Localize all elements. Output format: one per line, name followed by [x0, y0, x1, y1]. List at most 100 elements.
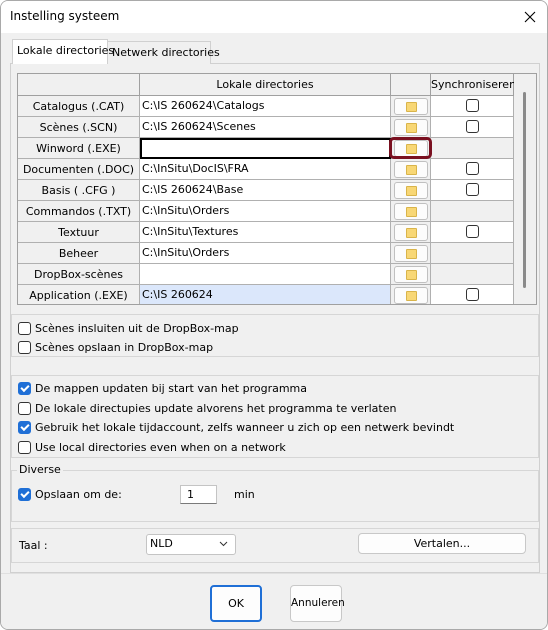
- dropbox-options-group: Scènes insluiten uit de DropBox-map Scèn…: [11, 314, 539, 357]
- local-time-account-option[interactable]: Gebruik het lokale tijdaccount, zelfs wa…: [18, 419, 454, 435]
- folder-icon: [405, 206, 417, 217]
- local-time-account-checkbox[interactable]: [18, 420, 31, 434]
- language-value: NLD: [150, 537, 173, 550]
- dropbox-include-checkbox[interactable]: [18, 321, 31, 335]
- browse-folder-button[interactable]: [394, 119, 428, 136]
- update-options-group: De mappen updaten bij start van het prog…: [11, 375, 539, 458]
- browse-folder-button[interactable]: [394, 224, 428, 241]
- dropbox-include-option[interactable]: Scènes insluiten uit de DropBox-map: [18, 320, 239, 336]
- table-row: Commandos (.TXT) C:\InSitu\Orders: [18, 201, 530, 222]
- column-header-browse: [391, 74, 431, 96]
- sync-cell: [431, 138, 514, 159]
- browse-cell: [391, 180, 431, 201]
- tab-network-directories[interactable]: Netwerk directories: [108, 41, 220, 64]
- directory-path-cell[interactable]: C:\IS 260624\Catalogs: [140, 96, 391, 117]
- sync-cell: [431, 264, 514, 285]
- close-button[interactable]: [513, 1, 547, 33]
- browse-folder-button[interactable]: [394, 203, 428, 220]
- update-on-exit-checkbox[interactable]: [18, 401, 31, 415]
- grid-scrollbar-thumb[interactable]: [523, 92, 526, 288]
- browse-folder-button[interactable]: [394, 98, 428, 115]
- sync-checkbox[interactable]: [466, 288, 479, 301]
- row-header-label: DropBox-scènes: [18, 264, 140, 285]
- folder-icon: [405, 290, 417, 301]
- translate-button[interactable]: Vertalen...: [358, 533, 526, 554]
- local-time-account-label: Gebruik het lokale tijdaccount, zelfs wa…: [35, 420, 455, 434]
- local-dirs-on-network-option[interactable]: Use local directories even when on a net…: [18, 439, 286, 455]
- sync-checkbox[interactable]: [466, 120, 479, 133]
- autosave-option[interactable]: Opslaan om de:: [18, 486, 122, 502]
- directory-path-cell[interactable]: C:\IS 260624\Base: [140, 180, 391, 201]
- row-header-label: Basis ( .CFG ): [18, 180, 140, 201]
- diverse-group: Opslaan om de: 1 min: [11, 470, 539, 522]
- row-header-label: Catalogus (.CAT): [18, 96, 140, 117]
- sync-checkbox[interactable]: [466, 225, 479, 238]
- cancel-button[interactable]: Annuleren: [290, 585, 345, 622]
- autosave-checkbox[interactable]: [18, 487, 31, 501]
- language-select[interactable]: NLD: [146, 534, 236, 555]
- directory-path-cell[interactable]: [140, 264, 391, 285]
- tab-local-directories[interactable]: Lokale directories: [12, 39, 114, 64]
- directory-path-cell[interactable]: C:\InSitu\Orders: [140, 201, 391, 222]
- column-header-sync[interactable]: Synchroniseren: [431, 74, 516, 96]
- browse-folder-button[interactable]: [394, 266, 428, 283]
- directory-path-cell[interactable]: C:\InSitu\DocIS\FRA: [140, 159, 391, 180]
- grid-corner-header: [18, 74, 140, 96]
- table-row: Application (.EXE) C:\IS 260624: [18, 285, 530, 304]
- dropbox-save-checkbox[interactable]: [18, 340, 31, 354]
- sync-cell: [431, 243, 514, 264]
- autosave-label: Opslaan om de:: [35, 487, 122, 501]
- dialog-footer: OK Annuleren: [1, 573, 547, 629]
- local-dirs-on-network-checkbox[interactable]: [18, 440, 31, 454]
- row-header-label: Beheer: [18, 243, 140, 264]
- browse-folder-button[interactable]: [394, 161, 428, 178]
- browse-folder-button[interactable]: [394, 287, 428, 304]
- browse-cell: [391, 159, 431, 180]
- directory-path-cell[interactable]: C:\InSitu\Textures: [140, 222, 391, 243]
- browse-cell: [391, 264, 431, 285]
- sync-cell: [431, 222, 514, 243]
- chevron-down-icon: [219, 535, 228, 559]
- browse-cell: [391, 285, 431, 304]
- sync-checkbox[interactable]: [466, 183, 479, 196]
- table-row: Beheer C:\InSitu\Orders: [18, 243, 530, 264]
- directory-path-cell[interactable]: C:\InSitu\Orders: [140, 243, 391, 264]
- dropbox-save-option[interactable]: Scènes opslaan in DropBox-map: [18, 339, 213, 355]
- update-on-start-option[interactable]: De mappen updaten bij start van het prog…: [18, 380, 307, 396]
- sync-checkbox[interactable]: [466, 162, 479, 175]
- grid-scrollbar[interactable]: [514, 74, 536, 304]
- table-row: Textuur C:\InSitu\Textures: [18, 222, 530, 243]
- window-title: Instelling systeem: [10, 9, 120, 23]
- directory-path-cell[interactable]: C:\IS 260624: [140, 285, 391, 304]
- browse-cell: [391, 138, 431, 159]
- update-on-start-checkbox[interactable]: [18, 381, 31, 395]
- table-row: Winword (.EXE): [18, 138, 530, 159]
- browse-cell: [391, 201, 431, 222]
- table-row: Scènes (.SCN) C:\IS 260624\Scenes: [18, 117, 530, 138]
- column-header-path[interactable]: Lokale directories: [140, 74, 391, 96]
- browse-cell: [391, 117, 431, 138]
- autosave-interval-input[interactable]: 1: [180, 485, 217, 504]
- directory-path-cell[interactable]: C:\IS 260624\Scenes: [140, 117, 391, 138]
- row-header-label: Application (.EXE): [18, 285, 140, 304]
- language-label: Taal :: [19, 539, 48, 552]
- directory-path-cell[interactable]: [140, 138, 391, 159]
- row-header-label: Winword (.EXE): [18, 138, 140, 159]
- table-row: DropBox-scènes: [18, 264, 530, 285]
- sync-cell: [431, 117, 514, 138]
- update-on-exit-option[interactable]: De lokale directupies update alvorens he…: [18, 400, 396, 416]
- directories-grid: Lokale directories Synchroniseren Catalo…: [17, 73, 537, 305]
- folder-icon: [405, 227, 417, 238]
- browse-folder-button[interactable]: [394, 140, 428, 157]
- browse-folder-button[interactable]: [394, 182, 428, 199]
- ok-button[interactable]: OK: [210, 585, 262, 622]
- browse-cell: [391, 96, 431, 117]
- sync-checkbox[interactable]: [466, 99, 479, 112]
- browse-folder-button[interactable]: [394, 245, 428, 262]
- folder-icon: [405, 164, 417, 175]
- table-row: Documenten (.DOC) C:\InSitu\DocIS\FRA: [18, 159, 530, 180]
- language-group: Taal : NLD Vertalen...: [11, 528, 539, 563]
- browse-cell: [391, 222, 431, 243]
- title-bar: Instelling systeem: [1, 1, 547, 33]
- update-on-exit-label: De lokale directupies update alvorens he…: [35, 401, 397, 415]
